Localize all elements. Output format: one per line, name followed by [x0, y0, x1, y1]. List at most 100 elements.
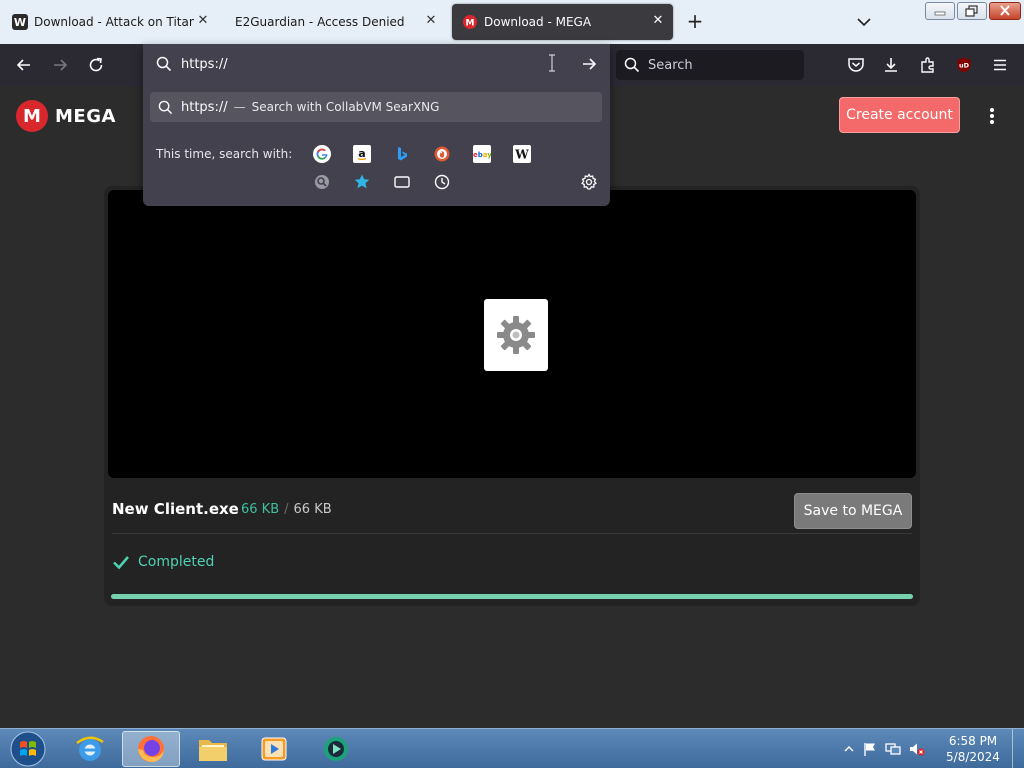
chevron-down-icon: [857, 18, 871, 27]
more-options-button[interactable]: [984, 106, 1000, 126]
close-tab-icon[interactable]: ✕: [196, 14, 210, 28]
svg-text:a: a: [358, 147, 365, 160]
extensions-button[interactable]: [917, 54, 939, 76]
searx-icon[interactable]: [313, 173, 331, 191]
close-window-button[interactable]: [989, 2, 1021, 20]
save-to-mega-button[interactable]: Save to MEGA: [794, 493, 912, 529]
tab-e2guardian[interactable]: E2Guardian - Access Denied ✕: [220, 4, 446, 40]
svg-text:uD: uD: [959, 62, 970, 70]
reload-button[interactable]: [85, 54, 107, 76]
file-type-icon: [484, 299, 548, 371]
clock-date: 5/8/2024: [946, 750, 1000, 764]
taskbar-media-player[interactable]: [246, 731, 302, 767]
pocket-icon: [848, 58, 864, 72]
tab-attack-on-titan[interactable]: W Download - Attack on Titan Te ✕: [2, 4, 218, 40]
tab-title: E2Guardian - Access Denied: [235, 15, 405, 29]
volume-muted-icon[interactable]: [908, 741, 926, 757]
suggestion-separator: —: [233, 100, 246, 114]
taskbar-app[interactable]: [308, 731, 364, 767]
tab-title: Download - MEGA: [484, 15, 592, 29]
ublock-button[interactable]: uD: [953, 54, 975, 76]
action-center-flag-icon[interactable]: [862, 741, 878, 757]
system-clock[interactable]: 6:58 PM 5/8/2024: [938, 733, 1008, 765]
download-icon: [885, 58, 897, 72]
go-arrow-icon[interactable]: [580, 55, 598, 73]
url-input[interactable]: https://: [181, 57, 228, 72]
show-desktop-button[interactable]: [1012, 729, 1024, 768]
tabs-icon[interactable]: [393, 173, 411, 191]
gear-icon: [497, 316, 535, 354]
progress-bar: [111, 594, 913, 599]
tab-strip: W Download - Attack on Titan Te ✕ E2Guar…: [0, 0, 1024, 44]
firefox-icon: [138, 736, 164, 762]
status-label: Completed: [138, 554, 215, 570]
mega-icon: M: [462, 14, 478, 30]
app-menu-button[interactable]: [989, 54, 1011, 76]
media-player-icon: [261, 737, 287, 761]
search-settings-gear-icon[interactable]: [580, 173, 598, 191]
system-tray: [844, 729, 926, 768]
list-all-tabs-button[interactable]: [854, 12, 874, 32]
progress-fill: [111, 594, 913, 599]
media-center-icon: [324, 737, 348, 761]
history-icon[interactable]: [433, 173, 451, 191]
clock-time: 6:58 PM: [948, 734, 998, 748]
search-placeholder: Search: [648, 57, 693, 73]
total-size: 66 KB: [293, 502, 332, 517]
file-info-bar: New Client.exe 66 KB / 66 KB Save to MEGA: [112, 486, 912, 534]
svg-text:M: M: [466, 19, 475, 29]
taskbar-firefox[interactable]: [122, 731, 180, 767]
checkmark-icon: [113, 556, 129, 570]
duckduckgo-icon[interactable]: [433, 145, 451, 163]
amazon-icon[interactable]: a: [353, 145, 371, 163]
puzzle-icon: [921, 57, 934, 73]
suggestion-action: Search with CollabVM SearXNG: [251, 100, 440, 114]
search-icon: [624, 57, 640, 73]
bookmarks-icon[interactable]: [353, 173, 371, 191]
url-input-row[interactable]: https://: [143, 44, 610, 84]
tab-mega-download[interactable]: M Download - MEGA ✕: [452, 4, 673, 40]
wikipedia-icon[interactable]: W: [513, 145, 531, 163]
reload-icon: [89, 57, 103, 72]
restore-button[interactable]: [957, 2, 987, 20]
file-name: New Client.exe: [112, 500, 239, 518]
start-button[interactable]: [2, 731, 54, 767]
taskbar-internet-explorer[interactable]: [62, 731, 118, 767]
download-status: Completed: [112, 554, 214, 570]
pocket-button[interactable]: [845, 54, 867, 76]
search-bar[interactable]: Search: [616, 50, 804, 80]
taskbar-explorer[interactable]: [184, 731, 242, 767]
network-icon[interactable]: [884, 741, 902, 757]
google-icon[interactable]: [313, 145, 331, 163]
downloaded-size: 66 KB: [241, 502, 280, 517]
urlbar-dropdown: https:// https:// — Search with CollabVM…: [143, 44, 610, 206]
svg-text:ebay: ebay: [473, 151, 491, 159]
kebab-menu-icon: [990, 108, 994, 124]
ebay-icon[interactable]: ebay: [473, 145, 491, 163]
bing-icon[interactable]: [393, 145, 411, 163]
close-tab-icon[interactable]: ✕: [651, 14, 665, 28]
search-icon: [156, 56, 172, 72]
show-hidden-icons-icon[interactable]: [844, 744, 854, 754]
search-suggestion[interactable]: https:// — Search with CollabVM SearXNG: [150, 92, 602, 122]
file-size: 66 KB / 66 KB: [241, 502, 332, 517]
create-account-button[interactable]: Create account: [839, 97, 960, 133]
new-tab-button[interactable]: +: [684, 10, 706, 32]
forward-button[interactable]: [49, 54, 71, 76]
windows-start-icon: [10, 731, 46, 767]
suggestion-query: https://: [181, 99, 228, 115]
screen: W Download - Attack on Titan Te ✕ E2Guar…: [0, 0, 1024, 768]
internet-explorer-icon: [76, 736, 104, 761]
svg-text:W: W: [514, 148, 529, 162]
file-preview: [108, 190, 916, 478]
downloads-button[interactable]: [880, 54, 902, 76]
mega-logo[interactable]: M MEGA: [16, 100, 116, 132]
w-logo-icon: W: [12, 14, 28, 30]
minimize-button[interactable]: [925, 2, 955, 20]
tab-title: Download - Attack on Titan Te: [34, 15, 194, 29]
ublock-origin-icon: uD: [957, 57, 971, 73]
close-tab-icon[interactable]: ✕: [424, 14, 438, 28]
hamburger-menu-icon: [994, 59, 1006, 71]
size-separator: /: [284, 502, 289, 517]
back-button[interactable]: [13, 54, 35, 76]
